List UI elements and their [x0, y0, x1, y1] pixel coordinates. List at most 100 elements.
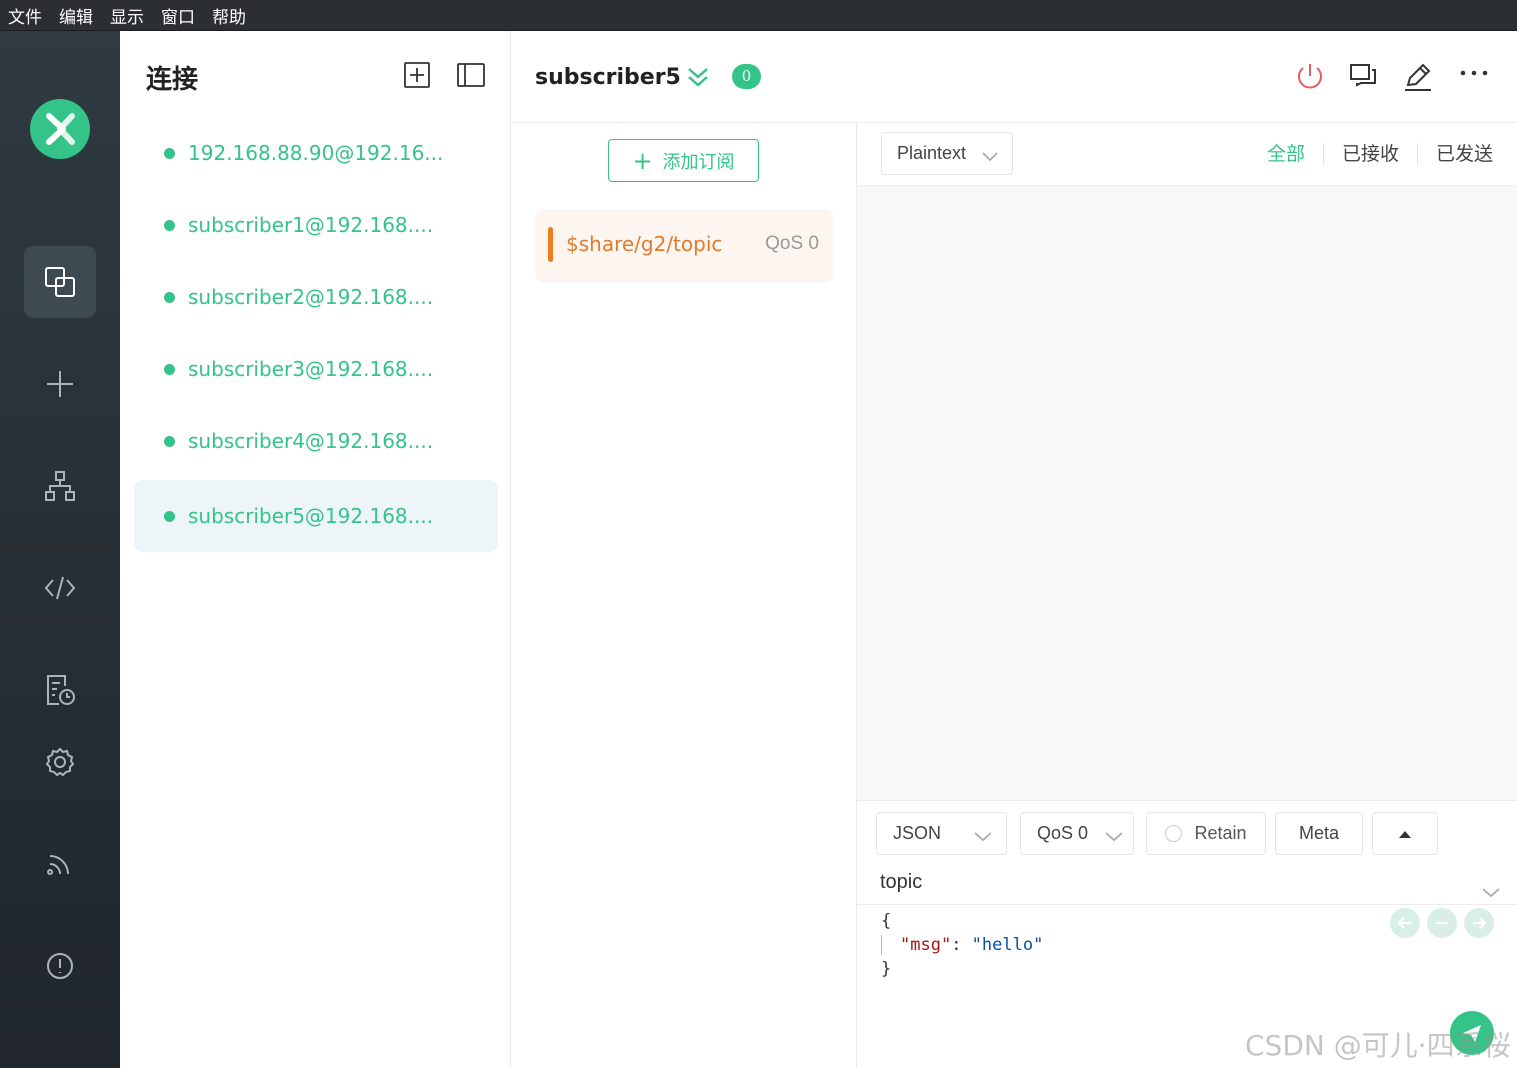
connection-item[interactable]: subscriber3@192.168....: [134, 333, 498, 405]
topic-color-bar: [548, 227, 553, 262]
menu-bar: 文件 编辑 显示 窗口 帮助: [0, 0, 1517, 31]
tab-sent[interactable]: 已发送: [1416, 143, 1493, 165]
gear-icon: [45, 747, 75, 777]
connections-nav-button[interactable]: [24, 246, 96, 318]
publish-format-select[interactable]: JSON: [876, 812, 1007, 855]
more-options-button[interactable]: [1458, 61, 1490, 93]
connection-label: subscriber1@192.168....: [188, 213, 434, 237]
settings-nav-button[interactable]: [24, 726, 96, 798]
power-icon: [1298, 64, 1322, 89]
payload-line: "msg": "hello": [881, 933, 1043, 957]
arrow-left-icon: [1397, 917, 1411, 929]
payload-colon: :: [951, 935, 972, 955]
payload-editor[interactable]: { "msg": "hello" }: [881, 909, 1043, 981]
payload-brace: }: [881, 959, 892, 979]
add-subscription-label: 添加订阅: [662, 151, 735, 173]
double-chevron-down-icon: [688, 68, 708, 87]
expand-info-button[interactable]: [686, 65, 710, 94]
toggle-panel-button[interactable]: [457, 61, 485, 89]
connection-label: subscriber3@192.168....: [188, 357, 434, 381]
tab-received[interactable]: 已接收: [1322, 143, 1417, 165]
connection-header: subscriber5 0: [511, 31, 1517, 123]
copy-icon: [45, 267, 75, 297]
info-icon: [47, 953, 73, 979]
payload-format-value: Plaintext: [897, 143, 967, 163]
pencil-icon: [1405, 63, 1431, 91]
connection-title: subscriber5: [535, 65, 681, 90]
connection-item-active[interactable]: subscriber5@192.168....: [134, 480, 498, 552]
payload-brace: {: [881, 911, 892, 931]
publish-qos-select[interactable]: QoS 0: [1020, 812, 1134, 855]
subscriptions-feed-nav-button[interactable]: [24, 828, 96, 900]
publish-topic-value: topic: [880, 871, 923, 893]
menu-edit[interactable]: 编辑: [59, 3, 93, 28]
message-filter-tabs: 全部 已接收 已发送: [1249, 143, 1493, 165]
about-nav-button[interactable]: [24, 930, 96, 1002]
panel-title: 连接: [146, 65, 199, 95]
script-nav-button[interactable]: [24, 552, 96, 624]
new-connection-button[interactable]: [403, 61, 431, 89]
triangle-up-icon: [1399, 830, 1411, 838]
retain-label: Retain: [1194, 823, 1247, 843]
new-window-button[interactable]: [1348, 61, 1380, 93]
payload-key: "msg": [900, 935, 952, 955]
history-clear-button[interactable]: [1427, 908, 1457, 938]
chevron-down-icon: [1105, 827, 1123, 848]
payload-format-select[interactable]: Plaintext: [881, 132, 1013, 175]
payload-line: }: [881, 957, 1043, 981]
connection-label: subscriber2@192.168....: [188, 285, 434, 309]
edit-connection-button[interactable]: [1402, 61, 1434, 93]
code-icon: [44, 576, 76, 600]
status-dot: [164, 291, 175, 303]
connection-label: 192.168.88.90@192.16...: [188, 141, 444, 165]
topology-nav-button[interactable]: [24, 450, 96, 522]
plus-icon: [47, 371, 73, 397]
plus-icon: +: [632, 146, 653, 175]
mqttx-logo: [30, 99, 90, 159]
history-prev-button[interactable]: [1390, 908, 1420, 938]
nav-rail: [0, 31, 120, 1068]
history-next-button[interactable]: [1464, 908, 1494, 938]
connection-label: subscriber4@192.168....: [188, 429, 434, 453]
publish-format-value: JSON: [893, 823, 942, 843]
menu-window[interactable]: 窗口: [161, 3, 195, 28]
arrow-right-icon: [1473, 917, 1487, 929]
status-dot: [164, 435, 175, 447]
menu-file[interactable]: 文件: [8, 3, 42, 28]
network-icon: [45, 471, 75, 501]
sidebar-icon: [457, 63, 485, 87]
menu-view[interactable]: 显示: [110, 3, 144, 28]
connection-item[interactable]: subscriber1@192.168....: [134, 189, 498, 261]
menu-help[interactable]: 帮助: [212, 3, 246, 28]
subscription-topic: $share/g2/topic: [566, 232, 723, 256]
message-toolbar: Plaintext 全部 已接收 已发送: [857, 123, 1517, 185]
collapse-publish-button[interactable]: [1372, 812, 1438, 855]
publish-qos-value: QoS 0: [1037, 823, 1089, 843]
subscription-item[interactable]: $share/g2/topic QoS 0: [536, 209, 833, 281]
status-dot: [164, 510, 175, 522]
indent-guide: [881, 935, 882, 955]
tab-all[interactable]: 全部: [1249, 143, 1323, 165]
add-subscription-button[interactable]: + 添加订阅: [608, 139, 759, 182]
status-dot: [164, 363, 175, 375]
publish-topic-input[interactable]: topic: [857, 861, 1517, 905]
meta-label: Meta: [1298, 823, 1340, 843]
new-connection-nav-button[interactable]: [24, 348, 96, 420]
disconnect-button[interactable]: [1294, 61, 1326, 93]
log-clock-icon: [47, 675, 75, 705]
plus-square-icon: [404, 62, 430, 88]
connection-item[interactable]: subscriber4@192.168....: [134, 405, 498, 477]
connection-item[interactable]: 192.168.88.90@192.16...: [134, 117, 498, 189]
rss-icon: [47, 855, 69, 875]
more-horizontal-icon: [1460, 70, 1488, 76]
meta-button[interactable]: Meta: [1275, 812, 1363, 855]
watermark-text: CSDN @可儿·四系桜: [1245, 1029, 1511, 1062]
connection-item[interactable]: subscriber2@192.168....: [134, 261, 498, 333]
message-count-badge: 0: [732, 64, 761, 89]
connection-label: subscriber5@192.168....: [188, 504, 434, 528]
chevron-down-icon: [982, 147, 998, 168]
retain-checkbox[interactable]: Retain: [1146, 812, 1266, 855]
status-dot: [164, 147, 175, 159]
log-nav-button[interactable]: [24, 654, 96, 726]
retain-radio: [1165, 825, 1183, 842]
